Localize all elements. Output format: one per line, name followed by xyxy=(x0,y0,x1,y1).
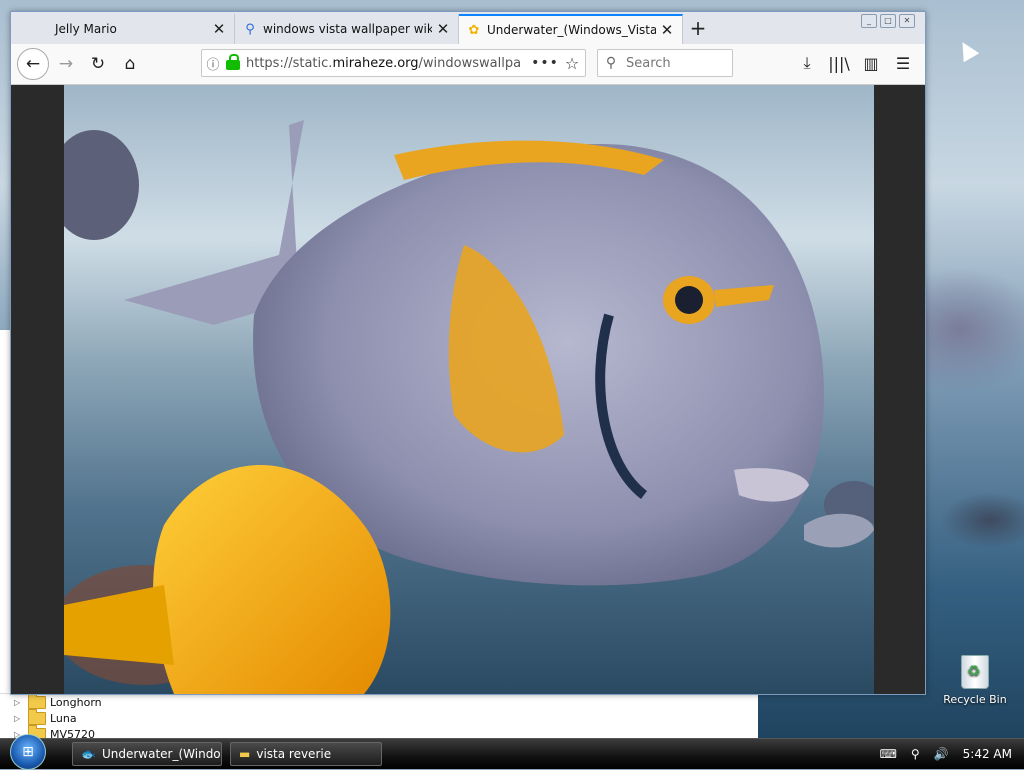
sidebar-icon[interactable]: ▥ xyxy=(855,49,887,77)
lock-icon xyxy=(226,54,240,70)
expand-arrow-icon[interactable]: ▷ xyxy=(14,714,24,723)
library-icon[interactable]: |||\ xyxy=(823,49,855,77)
maximize-icon[interactable]: □ xyxy=(880,14,896,28)
tab-underwater[interactable]: ✿ Underwater_(Windows_Vista_Buil ✕ xyxy=(459,14,683,44)
folder-icon xyxy=(28,692,46,709)
search-icon: ⚲ xyxy=(605,55,617,71)
underwater-wallpaper-image xyxy=(64,85,874,694)
menu-icon[interactable]: ☰ xyxy=(887,49,919,77)
tab-vista-wallpaper-search[interactable]: ⚲ windows vista wallpaper wiki - Sea ✕ xyxy=(235,14,459,44)
tab-bar: Jelly Mario ✕ ⚲ windows vista wallpaper … xyxy=(11,12,925,44)
close-tab-icon[interactable]: ✕ xyxy=(660,21,674,39)
explorer-window-tree: ▷ Longhorn ▷ Luna ▷ MV5720 xyxy=(0,692,758,741)
info-icon[interactable]: ⓘ xyxy=(202,54,224,73)
start-button[interactable]: ⊞ xyxy=(10,734,46,770)
search-icon: ⚲ xyxy=(245,21,255,37)
url-bar[interactable]: ⓘ https://static.miraheze.org/windowswal… xyxy=(201,49,586,77)
small-fish xyxy=(804,513,874,548)
search-bar[interactable]: ⚲ xyxy=(597,49,733,77)
nav-toolbar: ← → ↻ ⌂ ⓘ https://static.miraheze.org/wi… xyxy=(11,44,925,85)
reload-button[interactable]: ↻ xyxy=(83,49,113,79)
tab-jelly-mario[interactable]: Jelly Mario ✕ xyxy=(11,14,235,44)
flower-favicon-icon: ✿ xyxy=(468,22,480,38)
distant-fish xyxy=(64,130,139,240)
new-tab-button[interactable]: + xyxy=(683,12,713,44)
toolbar-icons: ⤓ |||\ ▥ ☰ xyxy=(791,49,919,77)
url-text[interactable]: https://static.miraheze.org/windowswallp… xyxy=(246,56,531,71)
taskbar-button-browser[interactable]: 🐟 Underwater_(Window... xyxy=(72,742,222,766)
page-actions-icon[interactable]: ••• xyxy=(531,55,559,71)
search-input[interactable] xyxy=(624,54,728,72)
bookmark-star-icon[interactable]: ☆ xyxy=(559,54,585,73)
window-controls: _ □ ✕ xyxy=(861,14,915,28)
recycle-bin[interactable]: Recycle Bin xyxy=(940,655,1010,706)
system-tray: ⌨ ⚲ 🔊 5:42 AM xyxy=(880,747,1024,761)
network-icon[interactable]: ⚲ xyxy=(911,747,920,761)
tree-item-luna[interactable]: ▷ Luna xyxy=(14,708,77,726)
folder-icon: ▬ xyxy=(239,747,251,761)
expand-arrow-icon[interactable]: ▷ xyxy=(14,698,24,707)
minimize-icon[interactable]: _ xyxy=(861,14,877,28)
download-icon[interactable]: ⤓ xyxy=(791,49,823,77)
browser-icon: 🐟 xyxy=(81,747,96,761)
close-window-icon[interactable]: ✕ xyxy=(899,14,915,28)
close-tab-icon[interactable]: ✕ xyxy=(212,20,226,38)
keyboard-icon[interactable]: ⌨ xyxy=(880,747,897,761)
close-tab-icon[interactable]: ✕ xyxy=(436,20,450,38)
taskbar-button-explorer[interactable]: ▬ vista reverie xyxy=(230,742,382,766)
volume-icon[interactable]: 🔊 xyxy=(934,747,949,761)
folder-icon xyxy=(28,708,46,725)
fish-illustration xyxy=(64,120,874,694)
home-button[interactable]: ⌂ xyxy=(115,49,145,79)
taskbar: ⊞ 🐟 Underwater_(Window... ▬ vista reveri… xyxy=(0,734,1024,770)
back-button[interactable]: ← xyxy=(17,48,49,80)
forward-button[interactable]: → xyxy=(51,49,81,79)
page-content xyxy=(11,85,925,694)
browser-window: Jelly Mario ✕ ⚲ windows vista wallpaper … xyxy=(10,11,926,695)
clock[interactable]: 5:42 AM xyxy=(963,747,1012,761)
recycle-bin-icon xyxy=(961,655,989,689)
fish-eye xyxy=(675,286,703,314)
